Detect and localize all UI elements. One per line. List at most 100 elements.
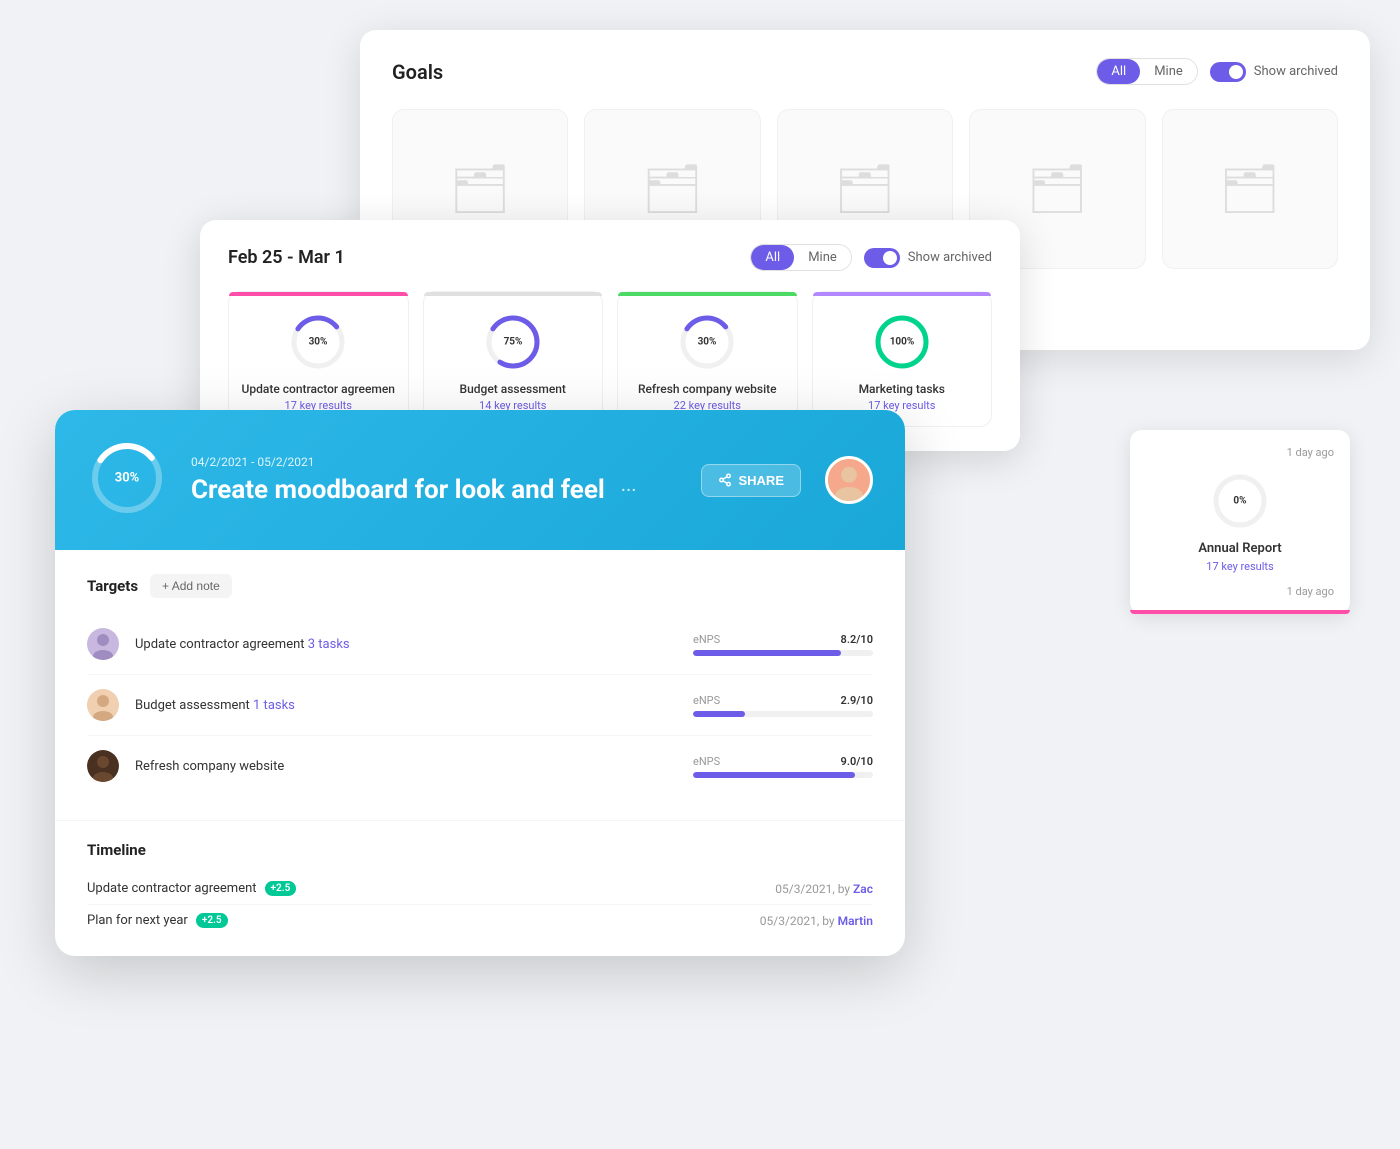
timeline-section: Timeline Update contractor agreement +2.…	[55, 820, 905, 956]
goal-folder-5[interactable]: 🗂	[1162, 109, 1338, 269]
card-ring-4: 100%	[825, 312, 980, 372]
share-button[interactable]: SHARE	[701, 464, 801, 497]
annual-timestamp-1: 1 day ago	[1146, 446, 1334, 459]
goals-show-archived-toggle[interactable]: Show archived	[1210, 62, 1338, 82]
week-card-4-name: Marketing tasks	[825, 382, 980, 396]
add-note-button[interactable]: + Add note	[150, 574, 232, 598]
goals-panel-header: Goals All Mine Show archived	[392, 58, 1338, 85]
target-name-2: Budget assessment 1 tasks	[135, 698, 677, 713]
share-label: SHARE	[738, 473, 784, 488]
timeline-badge-2: +2.5	[196, 913, 228, 928]
goals-filter-mine[interactable]: Mine	[1140, 59, 1197, 84]
week-goal-cards: 30% Update contractor agreemen 17 key re…	[228, 291, 992, 427]
targets-title: Targets	[87, 577, 138, 595]
target-link-2[interactable]: 1 tasks	[253, 698, 295, 713]
target-metric-2: eNPS	[693, 694, 720, 707]
folder-icon-2: 🗂	[642, 165, 703, 213]
target-bar-fill-3	[693, 772, 855, 778]
timeline-date-1: 05/3/2021, by Zac	[775, 882, 873, 896]
goals-filter-group: All Mine Show archived	[1096, 58, 1338, 85]
timeline-by-1: Zac	[853, 882, 873, 896]
target-avatar-3	[87, 750, 119, 782]
week-filter-all[interactable]: All	[751, 245, 794, 270]
moodboard-progress-ring: 30%	[87, 438, 167, 522]
moodboard-header: 30% 04/2/2021 - 05/2/2021 Create moodboa…	[55, 410, 905, 550]
timeline-badge-1: +2.5	[265, 881, 297, 896]
folder-icon-1: 🗂	[450, 165, 511, 213]
week-card-3[interactable]: 30% Refresh company website 22 key resul…	[617, 291, 798, 427]
annual-report-results: 17 key results	[1146, 560, 1334, 573]
week-filter-mine[interactable]: Mine	[794, 245, 851, 270]
target-value-3: 9.0/10	[841, 755, 873, 768]
goals-filter-all[interactable]: All	[1097, 59, 1140, 84]
goals-archive-toggle-switch[interactable]	[1210, 62, 1246, 82]
annual-bottom-bar	[1130, 610, 1350, 614]
moodboard-panel: 30% 04/2/2021 - 05/2/2021 Create moodboa…	[55, 410, 905, 956]
target-bar-bg-2	[693, 711, 873, 717]
card-ring-1: 30%	[241, 312, 396, 372]
target-name-1: Update contractor agreement 3 tasks	[135, 637, 677, 652]
svg-text:30%: 30%	[309, 337, 328, 348]
target-row-3: Refresh company website eNPS 9.0/10	[87, 736, 873, 796]
moodboard-body: Targets + Add note Update contractor agr…	[55, 550, 905, 820]
targets-section-header: Targets + Add note	[87, 574, 873, 598]
week-show-archived-label: Show archived	[908, 250, 992, 265]
target-value-2: 2.9/10	[841, 694, 873, 707]
card-border-1	[229, 292, 408, 296]
annual-timestamp-2: 1 day ago	[1146, 585, 1334, 598]
week-card-1-name: Update contractor agreemen	[241, 382, 396, 396]
card-border-3	[618, 292, 797, 296]
svg-text:30%: 30%	[115, 470, 140, 485]
week-show-archived-toggle[interactable]: Show archived	[864, 248, 992, 268]
target-bar-bg-1	[693, 650, 873, 656]
timeline-title: Timeline	[87, 841, 873, 859]
timeline-by-2: Martin	[838, 914, 873, 928]
share-icon	[718, 473, 732, 487]
svg-text:30%: 30%	[698, 337, 717, 348]
folder-icon-4: 🗂	[1027, 165, 1088, 213]
timeline-row-2: Plan for next year +2.5 05/3/2021, by Ma…	[87, 905, 873, 936]
target-bar-fill-2	[693, 711, 745, 717]
timeline-item-1-name: Update contractor agreement +2.5	[87, 881, 296, 896]
week-card-1[interactable]: 30% Update contractor agreemen 17 key re…	[228, 291, 409, 427]
timeline-row-1: Update contractor agreement +2.5 05/3/20…	[87, 873, 873, 905]
target-row-1: Update contractor agreement 3 tasks eNPS…	[87, 614, 873, 675]
target-score-2: eNPS 2.9/10	[693, 694, 873, 717]
target-avatar-1	[87, 628, 119, 660]
folder-icon-3: 🗂	[835, 165, 896, 213]
timeline-item-2-name: Plan for next year +2.5	[87, 913, 228, 928]
week-card-3-name: Refresh company website	[630, 382, 785, 396]
week-card-2-name: Budget assessment	[436, 382, 591, 396]
target-score-1: eNPS 8.2/10	[693, 633, 873, 656]
target-value-1: 8.2/10	[841, 633, 873, 646]
target-link-1[interactable]: 3 tasks	[308, 637, 350, 652]
annual-report-name: Annual Report	[1146, 541, 1334, 556]
card-ring-2: 75%	[436, 312, 591, 372]
week-card-2[interactable]: 75% Budget assessment 14 key results	[423, 291, 604, 427]
target-metric-3: eNPS	[693, 755, 720, 768]
scene: Goals All Mine Show archived 🗂 🗂 🗂	[0, 0, 1400, 1149]
moodboard-date: 04/2/2021 - 05/2/2021	[191, 455, 677, 469]
moodboard-title: Create moodboard for look and feel	[191, 475, 605, 505]
target-score-3: eNPS 9.0/10	[693, 755, 873, 778]
timeline-date-2: 05/3/2021, by Martin	[760, 914, 873, 928]
target-name-3: Refresh company website	[135, 759, 677, 774]
card-border-2	[424, 292, 603, 296]
card-border-4	[813, 292, 992, 296]
goals-filter-pill[interactable]: All Mine	[1096, 58, 1197, 85]
week-card-4[interactable]: 100% Marketing tasks 17 key results	[812, 291, 993, 427]
week-archive-toggle-switch[interactable]	[864, 248, 900, 268]
week-panel-header: Feb 25 - Mar 1 All Mine Show archived	[228, 244, 992, 271]
user-avatar	[825, 456, 873, 504]
annual-report-card: 1 day ago 0% Annual Report 17 key result…	[1130, 430, 1350, 614]
week-filter-pill[interactable]: All Mine	[750, 244, 851, 271]
card-ring-3: 30%	[630, 312, 785, 372]
svg-text:0%: 0%	[1233, 496, 1246, 507]
target-bar-bg-3	[693, 772, 873, 778]
goals-panel-title: Goals	[392, 60, 443, 84]
target-avatar-2	[87, 689, 119, 721]
moodboard-more-options[interactable]: ···	[621, 478, 637, 502]
target-metric-1: eNPS	[693, 633, 720, 646]
target-bar-fill-1	[693, 650, 841, 656]
moodboard-info: 04/2/2021 - 05/2/2021 Create moodboard f…	[191, 455, 677, 505]
